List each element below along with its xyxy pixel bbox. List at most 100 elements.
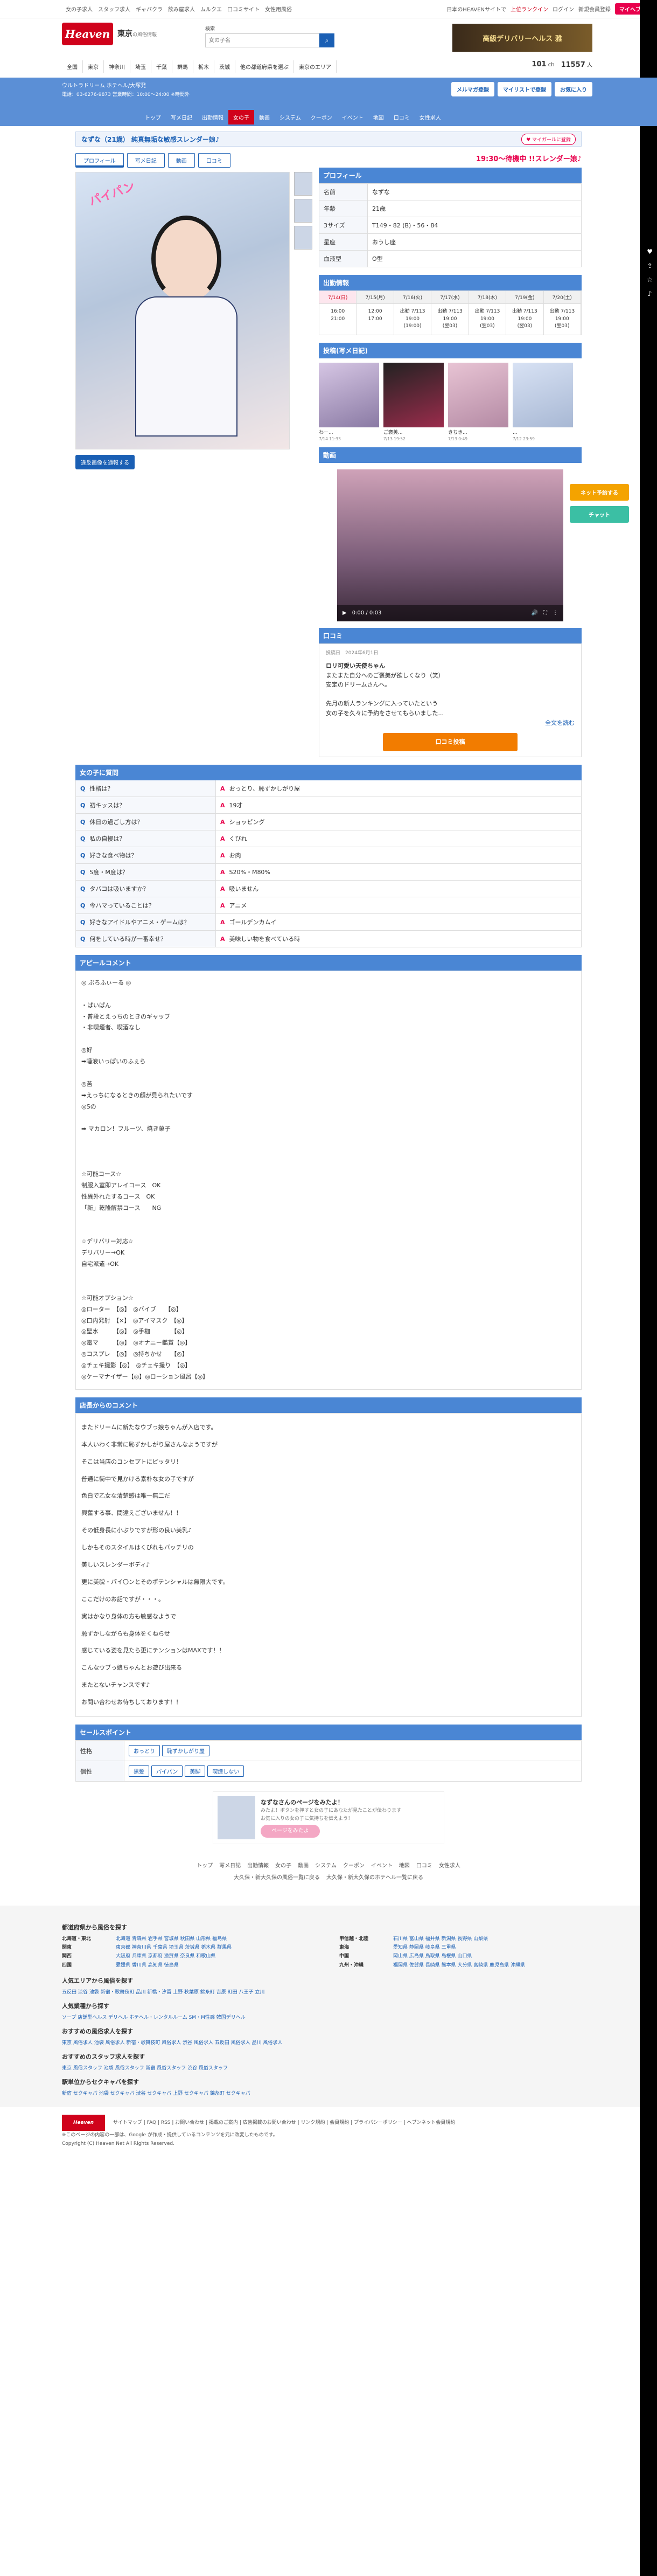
gnav-item[interactable]: 群馬 [172,60,193,73]
mygirl-button[interactable]: ♥ マイガールに登録 [521,133,576,145]
types-links[interactable]: ソープ 店舗型ヘルス デリヘル ホテヘル・レンタルルーム SM・M性感 韓国デリ… [62,2013,595,2020]
bookmark-icon[interactable]: ☆ [647,276,653,283]
more-icon[interactable]: ⋮ [553,610,558,616]
footer-nav[interactable]: サイトマップ | FAQ | RSS | お問い合わせ | 掲載のご案内 | 広… [113,2120,456,2125]
footer-link[interactable]: トップ [197,1863,213,1869]
top-link[interactable]: 口コミサイト [227,5,260,13]
gnav-item[interactable]: 千葉 [151,60,172,73]
thumb[interactable] [294,172,312,196]
search-icon[interactable]: ⌕ [319,33,335,47]
diary-item[interactable]: ご褒美... 7/13 19:52 [383,362,444,443]
footer-link[interactable]: 女性求人 [439,1863,460,1869]
sales-chip[interactable]: 美脚 [185,1765,206,1777]
review-post-button[interactable]: 口コミ投稿 [383,733,518,751]
gnav-item[interactable]: 神奈川 [104,60,130,73]
staff-links[interactable]: 東京 風俗スタッフ 池袋 風俗スタッフ 新宿 風俗スタッフ 渋谷 風俗スタッフ [62,2064,595,2071]
sales-chip[interactable]: パイパン [151,1765,183,1777]
net-reserve-button[interactable]: ネット予約する [570,484,629,501]
area-prefectures[interactable]: 大阪府 兵庫県 京都府 滋賀県 奈良県 和歌山県 [116,1952,215,1961]
diary-item[interactable]: ... 7/12 23:59 [513,362,573,443]
gnav-item[interactable]: 栃木 [193,60,214,73]
diary-item[interactable]: きちき... 7/13 0:49 [448,362,508,443]
schedule-cell[interactable]: 出勤 7/113 19:00 (19:00) [394,303,432,335]
gnav-item[interactable]: 東京のエリア [294,60,337,73]
share-icon[interactable]: ⇪ [647,262,653,269]
review-more-link[interactable]: 全文を読む [326,718,575,728]
footer-logo[interactable]: Heaven [62,2114,105,2131]
footer-link[interactable]: 出勤情報 [247,1863,269,1869]
register-link[interactable]: 新規会員登録 [578,5,611,13]
popular-area-links[interactable]: 五反田 渋谷 池袋 新宿・歌舞伎町 品川 新橋・汐留 上野 秋葉原 錦糸町 吉原… [62,1988,595,1995]
tab-video[interactable]: 動画 [167,153,195,168]
footer-link[interactable]: 大久保・新大久保の風俗一覧に戻る [234,1875,320,1881]
mailmag-button[interactable]: メルマガ登録 [451,82,494,96]
volume-icon[interactable]: 🔊 [532,610,538,616]
top-link[interactable]: スタッフ求人 [98,5,130,13]
shop-nav-item-active[interactable]: 女の子 [228,110,254,124]
ranking-link[interactable]: 上位ランクイン [511,5,548,13]
top-link[interactable]: 飲み屋求人 [168,5,195,13]
footer-link[interactable]: 写メ日記 [219,1863,241,1869]
schedule-cell[interactable]: 16:00 21:00 [319,303,357,335]
area-prefectures[interactable]: 石川県 富山県 福井県 新潟県 長野県 山梨県 [393,1935,488,1943]
sales-chip[interactable]: おっとり [129,1745,160,1757]
footer-link[interactable]: 女の子 [275,1863,291,1869]
gnav-item[interactable]: 茨城 [214,60,235,73]
jobs-links[interactable]: 東京 風俗求人 池袋 風俗求人 新宿・歌舞伎町 風俗求人 渋谷 風俗求人 五反田… [62,2039,595,2046]
mylist-button[interactable]: マイリストで登録 [498,82,551,96]
schedule-cell[interactable]: 出勤 7/113 19:00 (翌03) [469,303,507,335]
top-link[interactable]: 女性用風俗 [265,5,292,13]
shop-nav-item[interactable]: クーポン [306,110,337,124]
footer-link[interactable]: システム [315,1863,337,1869]
chat-button[interactable]: チャット [570,506,629,523]
favorite-button[interactable]: お気に入り [555,82,592,96]
area-prefectures[interactable]: 愛媛県 香川県 高知県 徳島県 [116,1961,179,1970]
video-player[interactable]: ▶ 0:00 / 0:03 🔊 ⛶ ⋮ [337,469,563,621]
tab-diary[interactable]: 写メ日記 [127,153,165,168]
top-link[interactable]: ムルクエ [200,5,222,13]
schedule-cell[interactable]: 出勤 7/113 19:00 (翌03) [543,303,581,335]
shop-nav-item[interactable]: イベント [337,110,368,124]
shop-nav-item[interactable]: システム [275,110,306,124]
top-link[interactable]: 女の子求人 [66,5,93,13]
shop-nav-item[interactable]: トップ [140,110,166,124]
shop-nav-item[interactable]: 口コミ [389,110,415,124]
area-prefectures[interactable]: 東京都 神奈川県 千葉県 埼玉県 茨城県 栃木県 群馬県 [116,1943,232,1952]
footer-link[interactable]: 動画 [298,1863,309,1869]
tab-review[interactable]: 口コミ [198,153,230,168]
shop-nav-item[interactable]: 写メ日記 [166,110,197,124]
top-link[interactable]: ギャバクラ [136,5,163,13]
shop-nav-item[interactable]: 地図 [368,110,389,124]
shop-nav-item[interactable]: 女性求人 [415,110,446,124]
share-button[interactable]: ページをみたよ [261,1825,320,1838]
tab-profile[interactable]: プロフィール [75,153,124,168]
girl-main-photo[interactable]: パイパン [75,172,290,449]
login-link[interactable]: ログイン [553,5,574,13]
heart-icon[interactable]: ♥ [647,248,653,255]
gnav-item[interactable]: 他の都道府県を選ぶ [235,60,294,73]
area-prefectures[interactable]: 愛知県 静岡県 岐阜県 三重県 [393,1943,456,1952]
area-prefectures[interactable]: 北海道 青森県 岩手県 宮城県 秋田県 山形県 福島県 [116,1935,227,1943]
site-logo[interactable]: Heaven [62,23,113,45]
bell-icon[interactable]: ♪ [647,290,653,297]
gnav-item[interactable]: 東京 [83,60,104,73]
footer-link[interactable]: 大久保・新大久保のホテヘル一覧に戻る [326,1875,423,1881]
gnav-item[interactable]: 埼玉 [130,60,151,73]
sales-chip[interactable]: 喫煙しない [207,1765,244,1777]
station-links[interactable]: 新宿 セクキャバ 池袋 セクキャバ 渋谷 セクキャバ 上野 セクキャバ 錦糸町 … [62,2089,595,2096]
shop-nav-item[interactable]: 動画 [254,110,275,124]
footer-link[interactable]: 地図 [399,1863,410,1869]
thumb[interactable] [294,199,312,223]
fullscreen-icon[interactable]: ⛶ [543,610,547,616]
footer-link[interactable]: 口コミ [416,1863,432,1869]
schedule-cell[interactable]: 12:00 17:00 [357,303,394,335]
ad-banner[interactable]: 高級デリバリーヘルス 雅 [452,24,592,52]
play-icon[interactable]: ▶ [343,610,347,616]
sales-chip[interactable]: 黒髪 [129,1765,149,1777]
area-prefectures[interactable]: 岡山県 広島県 鳥取県 島根県 山口県 [393,1952,472,1961]
report-button[interactable]: 違反画像を通報する [75,455,135,469]
sales-chip[interactable]: 恥ずかしがり屋 [162,1745,209,1757]
footer-link[interactable]: クーポン [343,1863,365,1869]
thumb[interactable] [294,226,312,250]
area-prefectures[interactable]: 福岡県 佐賀県 長崎県 熊本県 大分県 宮崎県 鹿児島県 沖縄県 [393,1961,525,1970]
